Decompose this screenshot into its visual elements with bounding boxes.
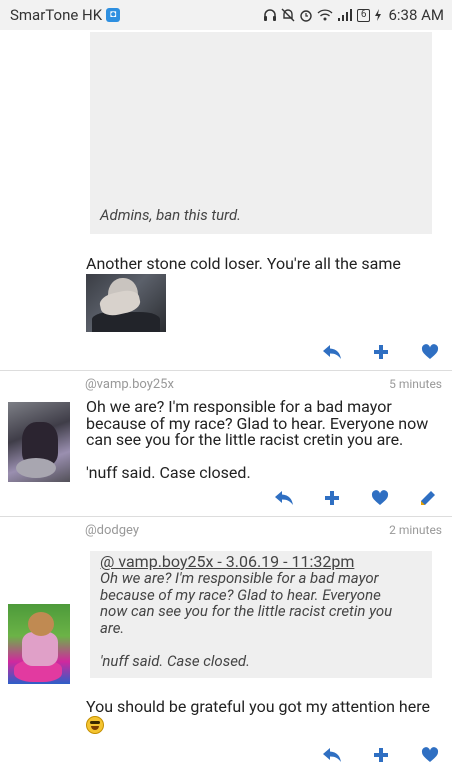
heart-icon[interactable] xyxy=(420,343,440,361)
reply-icon[interactable] xyxy=(274,489,294,507)
comment-line: can see you for the little racist cretin… xyxy=(86,430,404,449)
quote-block: @ vamp.boy25x - 3.06.19 - 11:32pm Oh we … xyxy=(90,551,432,678)
signal-icon xyxy=(337,9,352,21)
quote-line: are. xyxy=(100,618,125,637)
carrier-name: SmarTone HK xyxy=(10,6,103,24)
plus-icon[interactable] xyxy=(371,343,391,361)
mute-icon xyxy=(281,8,295,22)
quote-line: Oh we are? I'm responsible for a bad may… xyxy=(100,569,379,587)
shield-badge-icon: ◘ xyxy=(106,8,121,22)
pencil-icon[interactable] xyxy=(418,489,438,507)
headphones-icon xyxy=(263,9,276,21)
quote-block: Admins, ban this turd. xyxy=(90,32,432,234)
comment-actions xyxy=(274,489,438,507)
avatar[interactable] xyxy=(8,604,70,684)
comment-handle[interactable]: @dodgey xyxy=(85,523,139,538)
post-image[interactable] xyxy=(86,274,166,332)
heart-icon[interactable] xyxy=(420,746,440,764)
comment-time: 5 minutes xyxy=(389,377,442,391)
quote-line xyxy=(100,636,432,653)
comment-line: 'nuff said. Case closed. xyxy=(86,463,251,482)
comment-message: You should be grateful you got my attent… xyxy=(86,697,430,716)
comment-time: 2 minutes xyxy=(389,523,442,537)
avatar[interactable] xyxy=(8,402,70,482)
charging-icon xyxy=(375,9,382,21)
alarm-icon xyxy=(300,10,312,22)
quote-line: 'nuff said. Case closed. xyxy=(100,651,250,670)
divider xyxy=(0,370,452,371)
reply-icon[interactable] xyxy=(322,343,342,361)
reply-icon[interactable] xyxy=(322,746,342,764)
wifi-icon xyxy=(317,9,333,21)
quote-line: now can see you for the little racist cr… xyxy=(100,602,393,620)
post-message: Another stone cold loser. You're all the… xyxy=(86,254,401,273)
quote-source-link[interactable]: @ vamp.boy25x - 3.06.19 - 11:32pm xyxy=(100,553,432,570)
laughing-emoji-icon xyxy=(86,716,104,734)
clock-time: 6:38 AM xyxy=(388,6,444,24)
status-bar: SmarTone HK ◘ 6 6:38 AM xyxy=(0,0,452,30)
quote-body: Oh we are? I'm responsible for a bad may… xyxy=(100,570,432,669)
system-icons: 6 6:38 AM xyxy=(263,6,444,24)
plus-icon[interactable] xyxy=(322,489,342,507)
divider xyxy=(0,516,452,517)
battery-level: 6 xyxy=(360,9,367,20)
battery-icon: 6 xyxy=(356,8,371,22)
heart-icon[interactable] xyxy=(370,489,390,507)
plus-icon[interactable] xyxy=(371,746,391,764)
carrier-group: SmarTone HK ◘ xyxy=(10,6,121,24)
comment-body: Oh we are? I'm responsible for a bad may… xyxy=(86,398,428,482)
quote-line: because of my race? Glad to hear. Everyo… xyxy=(100,585,381,604)
comment-handle[interactable]: @vamp.boy25x xyxy=(85,377,174,392)
quote-text: Admins, ban this turd. xyxy=(100,206,242,224)
comment-actions xyxy=(322,746,440,764)
post-actions xyxy=(322,343,440,361)
